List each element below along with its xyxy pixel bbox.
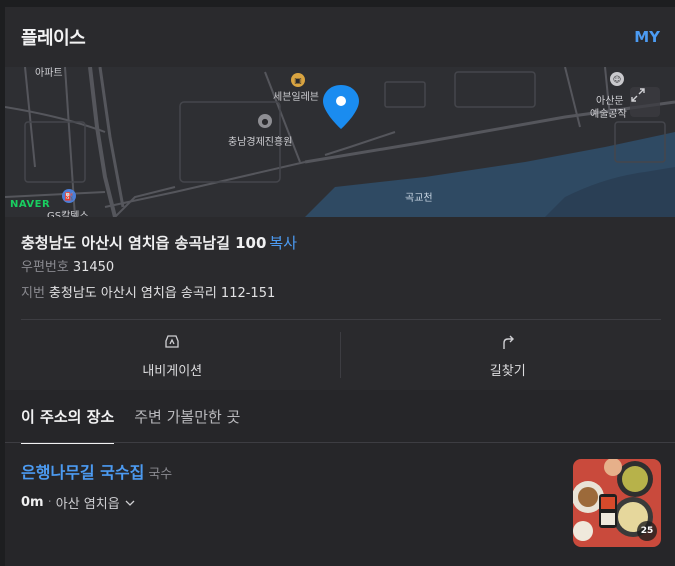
separator-dot: · — [47, 495, 52, 510]
turn-arrow-icon — [503, 335, 514, 349]
list-item[interactable]: 은행나무길 국수집 국수 0m · 아산 염치읍 25 — [21, 459, 661, 549]
photo-count-badge: 25 — [637, 521, 657, 541]
road-address: 충청남도 아산시 염치읍 송곡남길 100 복사 — [21, 232, 661, 254]
map-view[interactable]: 아파트 ▣ 세븐일레븐 ● 충남경제진흥원 ☺ 아산문 예술공작 곡교천 ⛽ G… — [5, 67, 675, 217]
place-meta: 0m · 아산 염치읍 — [21, 493, 661, 512]
theater-icon: ☺ — [610, 72, 624, 86]
naver-logo: NAVER — [10, 199, 51, 210]
header: 플레이스 MY — [5, 7, 675, 67]
page-title: 플레이스 — [21, 28, 86, 49]
jibun-address: 충청남도 아산시 염치읍 송곡리 112-151 — [48, 286, 276, 301]
map-label-gs: GS칼텍스 — [47, 211, 89, 217]
map-label-apartment: 아파트 — [35, 68, 63, 79]
road-address-text: 충청남도 아산시 염치읍 송곡남길 100 — [21, 234, 267, 252]
tab-this-address[interactable]: 이 주소의 장소 — [21, 390, 115, 444]
chevron-down-icon[interactable] — [123, 496, 137, 510]
tab-nearby[interactable]: 주변 가볼만한 곳 — [134, 390, 240, 443]
map-canvas — [5, 67, 675, 217]
navigation-button[interactable]: 내비게이션 — [5, 320, 340, 390]
map-label-chungnam: 충남경제진흥원 — [228, 137, 293, 148]
car-navigation-icon — [165, 334, 179, 348]
jibun-row: 지번 충청남도 아산시 염치읍 송곡리 112-151 — [21, 282, 661, 306]
jibun-label: 지번 — [21, 286, 45, 301]
copy-button[interactable]: 복사 — [269, 234, 297, 252]
building-icon: ● — [258, 114, 272, 128]
address-block: 충청남도 아산시 염치읍 송곡남길 100 복사 우편번호 31450 지번 충청남도… — [21, 232, 661, 306]
postal-label: 우편번호 — [21, 260, 69, 275]
map-label-asan-art: 예술공작 — [590, 109, 627, 120]
place-area: 아산 염치읍 — [55, 497, 120, 512]
action-bar: 내비게이션 길찾기 — [5, 320, 675, 390]
gas-station-icon: ⛽ — [62, 189, 76, 203]
tab-bar: 이 주소의 장소 주변 가볼만한 곳 — [5, 390, 675, 444]
postal-code: 31450 — [72, 260, 115, 275]
place-name[interactable]: 은행나무길 국수집 — [21, 463, 144, 482]
navigation-label: 내비게이션 — [142, 363, 203, 379]
place-distance: 0m — [21, 495, 44, 510]
tab-divider — [5, 442, 675, 443]
map-label-river: 곡교천 — [405, 193, 433, 204]
place-thumbnail[interactable]: 25 — [573, 459, 661, 547]
place-panel: 플레이스 MY 아파트 ▣ 세븐일레븐 ● 충남경제진흥원 ☺ 아산문 예술공작… — [5, 7, 675, 566]
convenience-store-icon: ▣ — [291, 73, 305, 87]
expand-map-button[interactable] — [630, 87, 660, 117]
place-category: 국수 — [148, 467, 173, 482]
directions-button[interactable]: 길찾기 — [341, 320, 675, 390]
expand-icon — [631, 88, 645, 102]
my-button[interactable]: MY — [634, 28, 660, 46]
postal-row: 우편번호 31450 — [21, 256, 661, 280]
map-label-seven-eleven: 세븐일레븐 — [273, 92, 319, 103]
directions-label: 길찾기 — [489, 363, 526, 379]
